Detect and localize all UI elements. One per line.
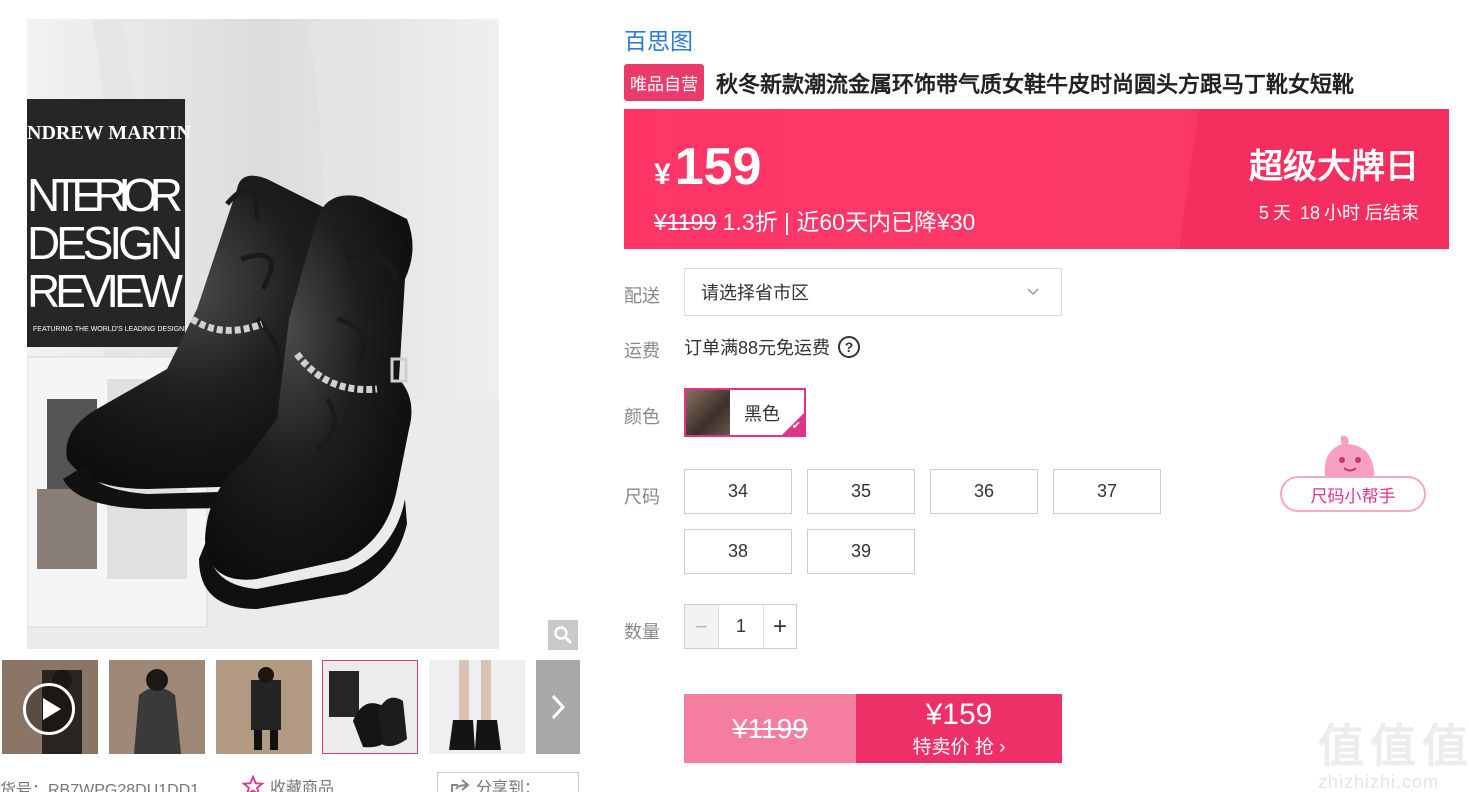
currency-symbol: ¥ [654,158,671,191]
countdown: 5天 18 小时 后结束 [1255,199,1419,225]
thumbnail-model-sitting[interactable] [216,660,312,754]
thumbnail-video[interactable] [2,660,98,754]
size-option[interactable]: 38 [684,529,792,574]
buy-action-label: 特卖价 抢 [912,737,994,758]
quantity-input[interactable] [719,605,763,648]
promo-title: 超级大牌日 [1249,148,1419,186]
thumbnail-model-legs[interactable] [429,660,525,754]
star-icon [242,775,264,792]
region-placeholder: 请选择省市区 [701,283,809,303]
book-cover-line-3: REVIEW [27,265,184,317]
quantity-stepper: − + [684,604,797,649]
size-option[interactable]: 39 [807,529,915,574]
countdown-suffix: 后结束 [1365,203,1419,223]
help-icon[interactable]: ? [838,336,861,358]
share-label: 分享到： [476,780,541,792]
zoom-button[interactable] [548,620,578,650]
book-cover-footer: FEATURING THE WORLD'S LEADING DESIGNERS [33,326,199,333]
color-label: 颜色 [624,407,660,427]
book-cover-line-2: DESIGN [27,217,183,269]
color-option-black[interactable]: 黑色 ✔ [684,388,806,437]
share-icon [451,779,470,792]
favorite-button[interactable]: 收藏商品 [242,774,334,792]
region-select[interactable]: 请选择省市区 [684,268,1062,316]
color-swatch-image [686,390,730,435]
share-dropdown[interactable]: 分享到： [437,772,579,792]
buy-now-section: ¥159 特卖价 抢 › [856,694,1062,763]
buy-button[interactable]: ¥1199 ¥159 特卖价 抢 › [684,694,1062,763]
thumbnail-model-coat[interactable] [109,660,205,754]
shipping-label: 运费 [624,341,660,361]
shipping-info: 订单满88元免运费 ? [684,334,861,360]
watermark-glyph: 值 [1422,720,1468,772]
size-option[interactable]: 37 [1053,469,1161,514]
watermark-logo: 值 值 值 [1318,710,1468,776]
countdown-hours-unit: 小时 [1323,203,1360,223]
product-title: 秋冬新款潮流金属环饰带气质女鞋牛皮时尚圆头方跟马丁靴女短靴 [716,71,1355,97]
watermark-glyph: 值 [1370,720,1416,772]
quantity-increase-button[interactable]: + [763,605,796,648]
countdown-days-unit: 天 [1272,203,1291,223]
title-row: 唯品自营 秋冬新款潮流金属环饰带气质女鞋牛皮时尚圆头方跟马丁靴女短靴 [624,64,1354,101]
shipping-text: 订单满88元免运费 [684,338,831,358]
thumbnail-next-button[interactable] [536,660,580,754]
quantity-decrease-button[interactable]: − [685,605,719,648]
buy-price: ¥159 [925,698,993,731]
size-helper-label: 尺码小帮手 [1280,476,1426,512]
buy-action-wrap: 特卖价 抢 › [913,732,1006,759]
price-banner: ¥ 159 ¥1199 1.3折 | 近60天内已降¥30 超级大牌日 5天 1… [624,109,1449,249]
chevron-right-icon [551,694,566,720]
countdown-hours: 18 [1299,203,1320,223]
current-price-value: 159 [674,138,762,196]
color-option-label: 黑色 [744,403,780,424]
main-product-image[interactable]: NDREW MARTIN NTERIOR DESIGN REVIEW FEATU… [27,19,499,649]
size-helper-button[interactable]: 尺码小帮手 [1280,432,1428,516]
delivery-label: 配送 [624,286,660,306]
product-code: 货号：RB7WPG28DU1DD1 [0,782,200,792]
countdown-days: 5 [1258,203,1269,223]
current-price: ¥ 159 [654,137,761,197]
price-details: ¥1199 1.3折 | 近60天内已降¥30 [654,203,975,237]
size-option[interactable]: 35 [807,469,915,514]
size-option[interactable]: 34 [684,469,792,514]
thumbnail-boots-chain[interactable] [322,660,418,754]
brand-link[interactable]: 百思图 [624,22,693,56]
size-label: 尺码 [624,487,660,507]
discount-info: 1.3折 | 近60天内已降¥30 [716,209,976,235]
book-cover-line-1: NTERIOR [27,169,183,221]
quantity-label: 数量 [624,622,660,642]
site-watermark: 值 值 值 zhizhizhi.com [1318,710,1468,792]
favorite-label: 收藏商品 [270,780,335,792]
size-option[interactable]: 36 [930,469,1038,514]
checkmark-icon: ✔ [791,420,801,432]
chevron-down-icon [1027,288,1039,296]
book-cover-top: NDREW MARTIN [27,122,191,144]
play-icon[interactable] [23,683,75,735]
thumbnail-strip [0,658,580,756]
self-operated-badge: 唯品自营 [624,64,704,101]
watermark-glyph: 值 [1318,720,1364,772]
buy-original-price: ¥1199 [684,694,856,763]
original-price: ¥1199 [654,209,717,235]
magnifier-icon [554,626,572,644]
chevron-right-small-icon: › [999,737,1006,758]
gallery-footer: 货号：RB7WPG28DU1DD1 收藏商品 分享到： [0,772,600,792]
